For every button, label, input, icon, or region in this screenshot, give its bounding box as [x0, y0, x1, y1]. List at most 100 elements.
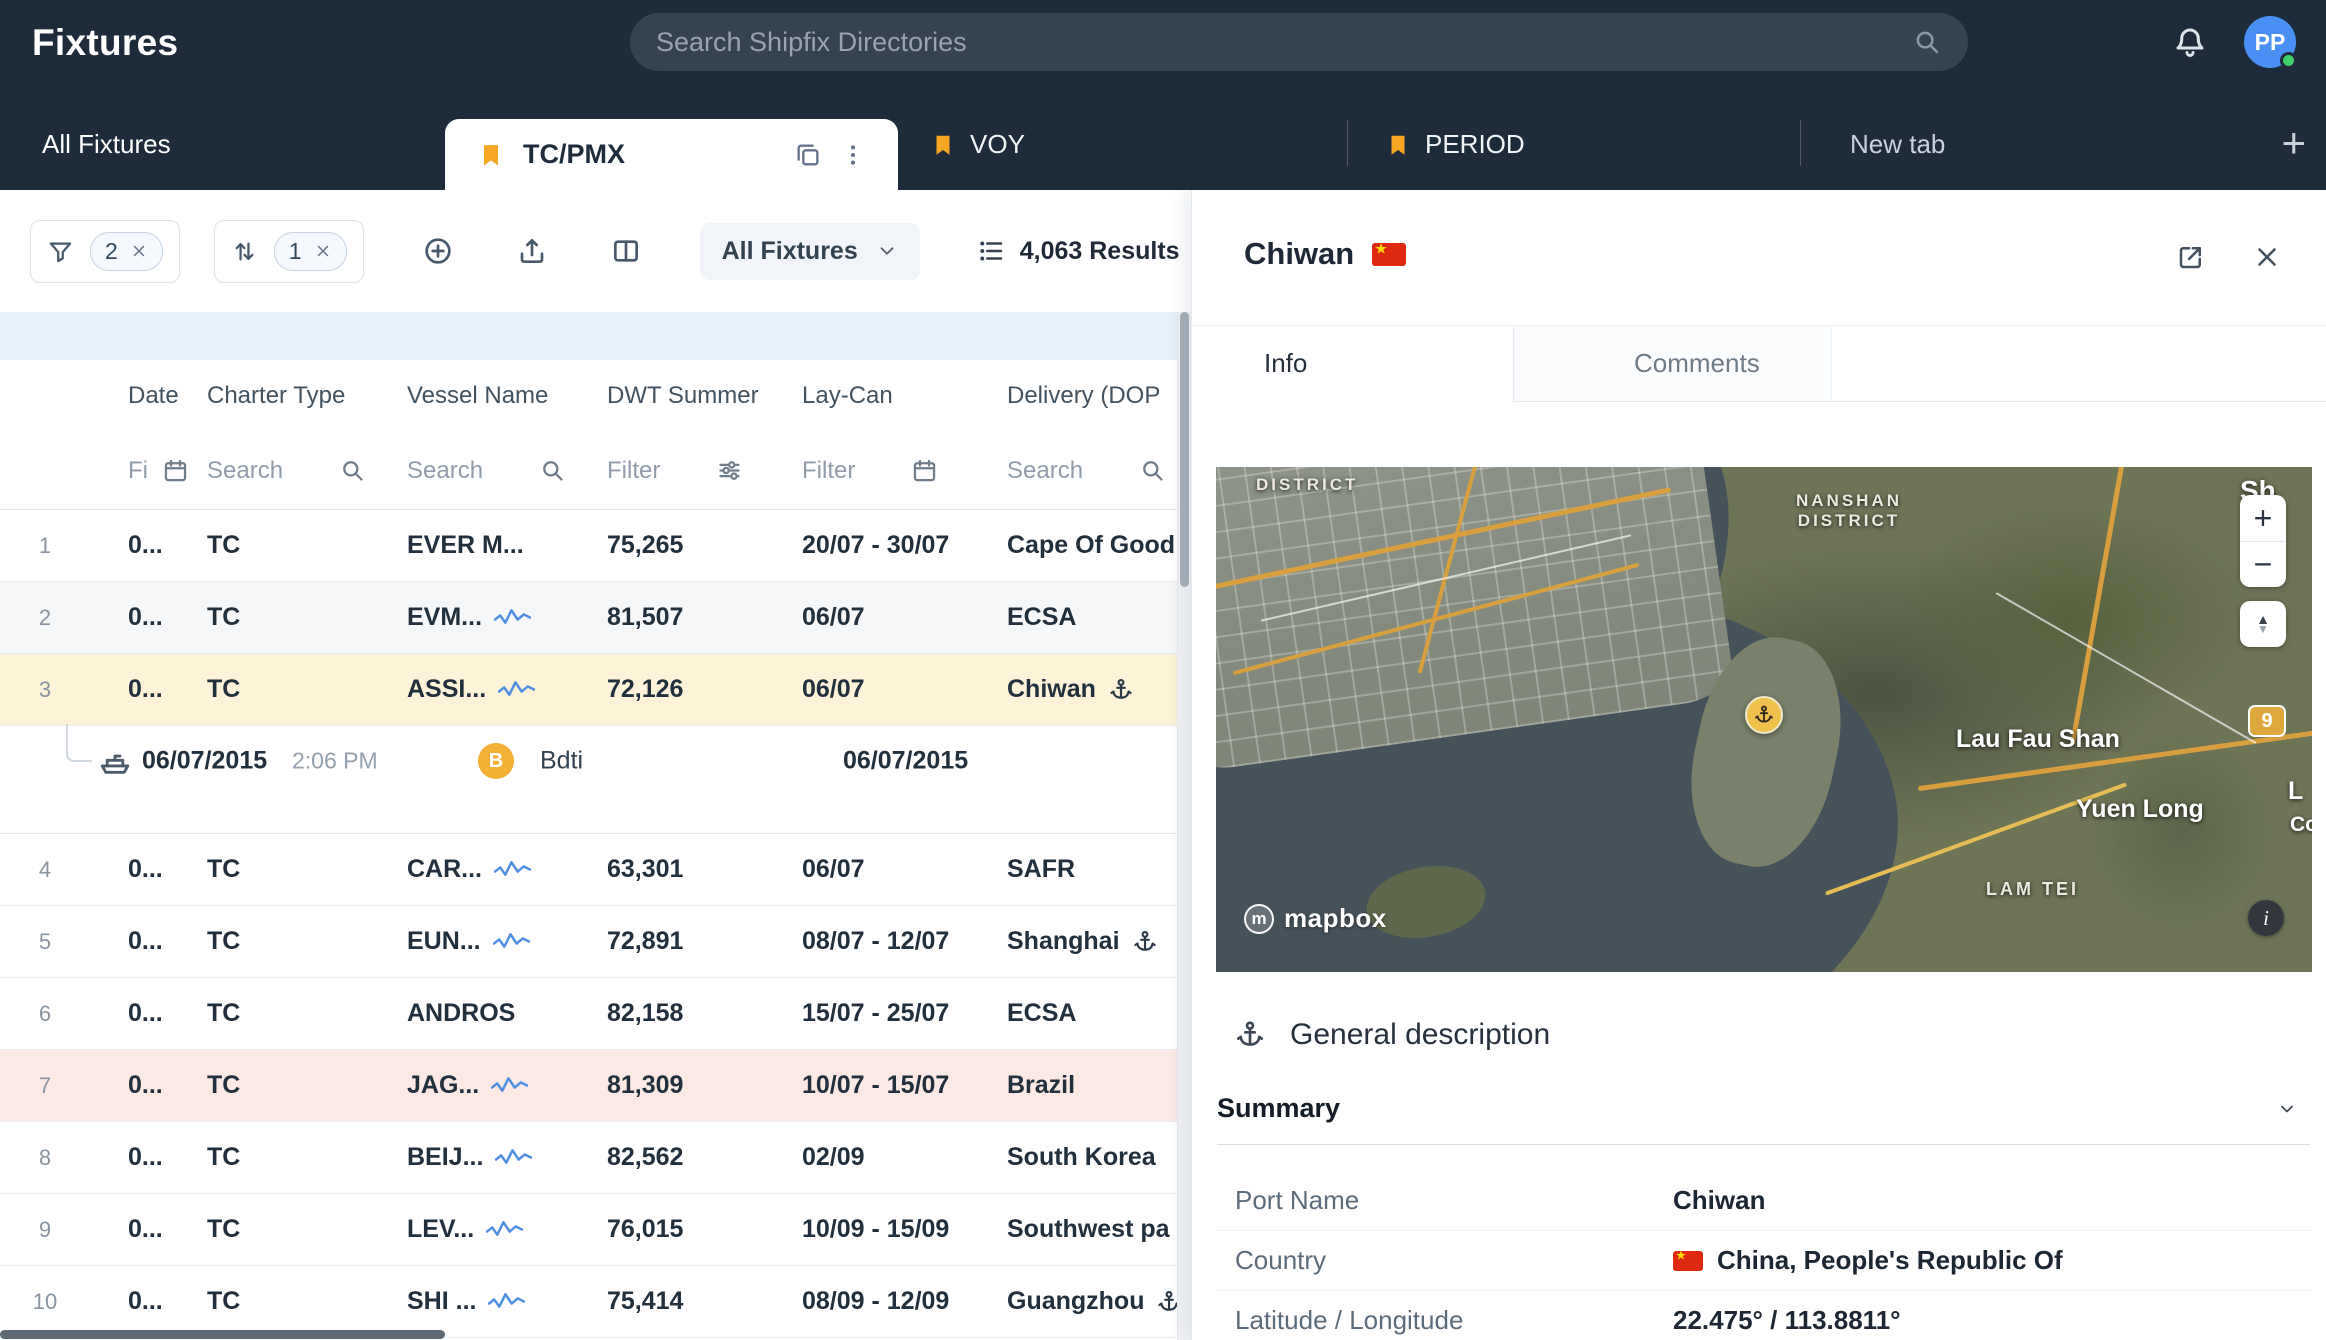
- filter-delivery[interactable]: Search: [995, 457, 1177, 485]
- scope-dropdown[interactable]: All Fixtures: [700, 223, 920, 280]
- compass-down-icon: ▼: [2257, 625, 2269, 635]
- sparkline-icon[interactable]: [494, 859, 531, 880]
- cell-delivery: Cape Of Good: [995, 531, 1177, 560]
- open-external-icon[interactable]: [2176, 242, 2206, 272]
- clear-filter-icon[interactable]: [130, 242, 148, 260]
- table-row[interactable]: 5 0... TC EUN... 72,891 08/07 - 12/07 Sh…: [0, 906, 1177, 978]
- collapse-chevron-icon[interactable]: [2272, 1099, 2302, 1119]
- tab-voy[interactable]: VOY: [930, 129, 1025, 160]
- table-row[interactable]: 4 0... TC CAR... 63,301 06/07 SAFR: [0, 834, 1177, 906]
- tab-info[interactable]: Info: [1192, 326, 1514, 402]
- cell-lay-can: 10/09 - 15/09: [790, 1215, 995, 1244]
- tab-comments[interactable]: Comments: [1514, 326, 1832, 401]
- cell-delivery: South Korea: [995, 1143, 1177, 1172]
- cell-date: 0...: [90, 531, 195, 560]
- port-map[interactable]: DISTRICT NANSHAN DISTRICT Sh FU DIS Lau …: [1216, 467, 2312, 972]
- column-header-dwt-summer[interactable]: DWT Summer: [595, 382, 790, 410]
- cell-lay-can: 20/07 - 30/07: [790, 531, 995, 560]
- table-row[interactable]: 8 0... TC BEIJ... 82,562 02/09 South Kor…: [0, 1122, 1177, 1194]
- notifications-bell-icon[interactable]: [2172, 24, 2208, 60]
- china-flag-icon: [1372, 243, 1406, 266]
- field-label: Port Name: [1217, 1185, 1673, 1216]
- sparkline-icon[interactable]: [495, 1147, 532, 1168]
- vertical-scrollbar[interactable]: [1177, 312, 1191, 1340]
- export-icon[interactable]: [516, 235, 548, 267]
- close-icon[interactable]: [2252, 242, 2282, 272]
- row-number: 8: [0, 1145, 90, 1171]
- filter-vessel-name[interactable]: Search: [395, 457, 595, 485]
- filter-dwt[interactable]: Filter: [595, 457, 790, 485]
- sliders-icon: [716, 457, 743, 484]
- filter-placeholder: Search: [207, 457, 283, 485]
- new-tab-button[interactable]: New tab: [1850, 129, 1945, 160]
- sort-group: 1: [214, 220, 364, 283]
- column-header-delivery[interactable]: Delivery (DOP: [995, 382, 1177, 410]
- table-row[interactable]: 10 0... TC SHI ... 75,414 08/09 - 12/09 …: [0, 1266, 1177, 1338]
- table-row[interactable]: 9 0... TC LEV... 76,015 10/09 - 15/09 So…: [0, 1194, 1177, 1266]
- table-row[interactable]: 2 0... TC EVM... 81,507 06/07 ECSA: [0, 582, 1177, 654]
- columns-icon[interactable]: [610, 235, 642, 267]
- zoom-in-button[interactable]: +: [2240, 495, 2286, 541]
- map-label: NANSHAN DISTRICT: [1796, 491, 1902, 531]
- global-search-input[interactable]: [630, 13, 1968, 71]
- table-filter-row: Fi Search Search Filter: [0, 432, 1177, 510]
- table-row-selected[interactable]: 3 0... TC ASSI... 72,126 06/07 Chiwan: [0, 654, 1177, 726]
- field-country: Country China, People's Republic Of: [1217, 1231, 2310, 1291]
- delivery-port: Shanghai: [1007, 927, 1120, 956]
- user-avatar[interactable]: PP: [2244, 16, 2296, 68]
- table-row[interactable]: 1 0... TC EVER M... 75,265 20/07 - 30/07…: [0, 510, 1177, 582]
- add-fixture-icon[interactable]: [422, 235, 454, 267]
- cell-charter-type: TC: [195, 927, 395, 956]
- filter-date[interactable]: Fi: [90, 457, 195, 485]
- sort-arrows-icon[interactable]: [231, 238, 258, 265]
- sparkline-icon[interactable]: [493, 931, 530, 952]
- cell-delivery: Brazil: [995, 1071, 1177, 1100]
- sparkline-icon[interactable]: [488, 1291, 525, 1312]
- tab-menu-icon[interactable]: [840, 142, 866, 168]
- tab-tc-pmx[interactable]: TC/PMX: [445, 119, 898, 190]
- map-info-button[interactable]: i: [2248, 900, 2284, 936]
- sparkline-icon[interactable]: [486, 1219, 523, 1240]
- filter-placeholder: Search: [407, 457, 483, 485]
- port-marker[interactable]: [1745, 696, 1783, 734]
- map-label: DISTRICT: [1256, 475, 1358, 495]
- search-icon: [539, 457, 566, 484]
- zoom-out-button[interactable]: −: [2240, 541, 2286, 587]
- horizontal-scrollbar[interactable]: [0, 1330, 1177, 1339]
- clear-sort-icon[interactable]: [314, 242, 332, 260]
- sort-count-chip[interactable]: 1: [274, 232, 347, 271]
- map-label: Lau Fau Shan: [1956, 725, 2120, 754]
- sort-count: 1: [289, 238, 302, 265]
- filter-funnel-icon[interactable]: [47, 238, 74, 265]
- column-header-charter-type[interactable]: Charter Type: [195, 382, 395, 410]
- add-tab-button[interactable]: +: [2281, 122, 2306, 164]
- general-description-header: General description: [1234, 1018, 1550, 1052]
- duplicate-tab-icon[interactable]: [794, 141, 822, 169]
- search-input[interactable]: [656, 27, 1912, 58]
- vessel-name: BEIJ...: [407, 1143, 483, 1172]
- map-compass-button[interactable]: ▲ ▼: [2240, 601, 2286, 647]
- filter-lay-can[interactable]: Filter: [790, 457, 995, 485]
- column-header-vessel-name[interactable]: Vessel Name: [395, 382, 595, 410]
- summary-fields: Port Name Chiwan Country China, People's…: [1217, 1171, 2310, 1340]
- table-row[interactable]: 7 0... TC JAG... 81,309 10/07 - 15/07 Br…: [0, 1050, 1177, 1122]
- sparkline-icon[interactable]: [494, 607, 531, 628]
- sparkline-icon[interactable]: [498, 679, 535, 700]
- tab-all-fixtures[interactable]: All Fixtures: [42, 129, 171, 160]
- field-value: Chiwan: [1673, 1185, 1765, 1216]
- cell-dwt: 82,562: [595, 1143, 790, 1172]
- sparkline-icon[interactable]: [491, 1075, 528, 1096]
- scrollbar-thumb[interactable]: [1180, 312, 1189, 587]
- field-label: Country: [1217, 1245, 1673, 1276]
- cell-vessel-name: CAR...: [395, 855, 595, 884]
- tab-period[interactable]: PERIOD: [1385, 129, 1525, 160]
- field-label: Latitude / Longitude: [1217, 1305, 1673, 1336]
- column-header-date[interactable]: Date: [90, 382, 195, 410]
- filter-count-chip[interactable]: 2: [90, 232, 163, 271]
- table-row[interactable]: 6 0... TC ANDROS 82,158 15/07 - 25/07 EC…: [0, 978, 1177, 1050]
- detail-laycan-date: 06/07/2015: [843, 747, 968, 776]
- scrollbar-thumb[interactable]: [0, 1330, 445, 1339]
- column-header-lay-can[interactable]: Lay-Can: [790, 382, 995, 410]
- route-shield: 9: [2248, 705, 2286, 737]
- filter-charter-type[interactable]: Search: [195, 457, 395, 485]
